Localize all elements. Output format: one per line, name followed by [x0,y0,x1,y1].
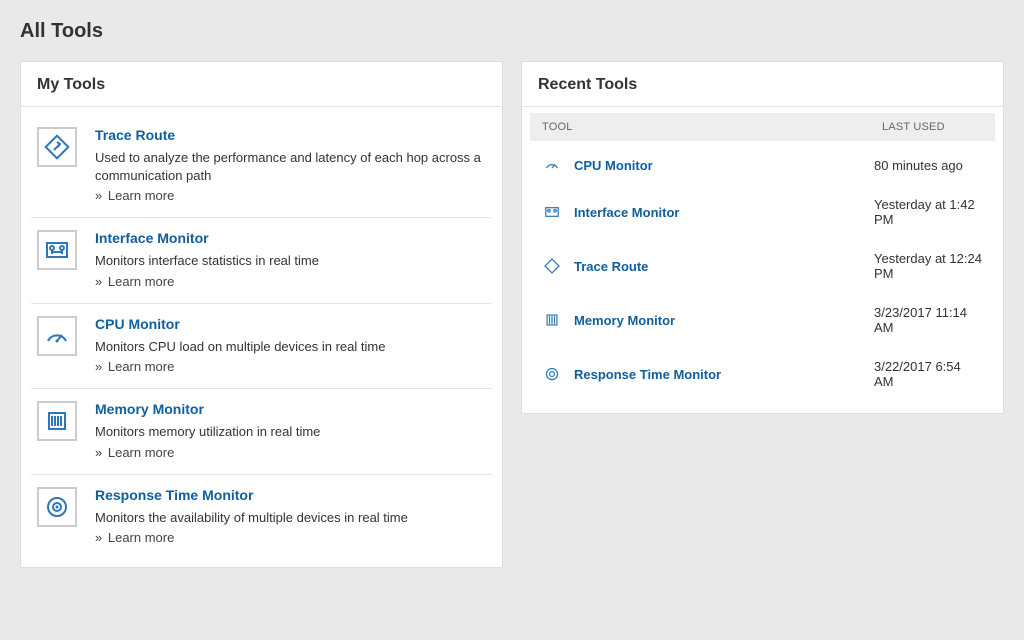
recent-tool-time: 80 minutes ago [874,158,983,173]
learn-more-label: Learn more [108,530,174,545]
learn-more-label: Learn more [108,359,174,374]
recent-tool-time: Yesterday at 1:42 PM [874,197,983,227]
response-time-monitor-icon [542,366,562,382]
recent-tools-table-header: TOOL LAST USED [530,113,995,141]
interface-monitor-icon [542,204,562,220]
tool-name-link[interactable]: Interface Monitor [95,230,486,246]
tool-description: Monitors the availability of multiple de… [95,509,486,527]
tool-description: Used to analyze the performance and late… [95,149,486,184]
tool-description: Monitors memory utilization in real time [95,423,486,441]
tool-name-link[interactable]: Memory Monitor [95,401,486,417]
recent-tool-time: 3/23/2017 11:14 AM [874,305,983,335]
recent-tools-panel: Recent Tools TOOL LAST USED CPU Monitor … [521,61,1004,414]
tool-item: CPU Monitor Monitors CPU load on multipl… [31,304,492,390]
tool-name-link[interactable]: Trace Route [95,127,486,143]
learn-more-link[interactable]: » Learn more [95,530,486,545]
table-row: Memory Monitor 3/23/2017 11:14 AM [530,293,995,347]
my-tools-header: My Tools [21,62,502,107]
my-tools-panel: My Tools Trace Route Used to analyze the… [20,61,503,568]
learn-more-link[interactable]: » Learn more [95,359,486,374]
page-title: All Tools [20,20,1004,43]
tool-item: Interface Monitor Monitors interface sta… [31,218,492,304]
tool-name-link[interactable]: Response Time Monitor [95,487,486,503]
learn-more-link[interactable]: » Learn more [95,274,486,289]
recent-tool-time: 3/22/2017 6:54 AM [874,359,983,389]
column-header-tool: TOOL [542,121,882,133]
memory-monitor-icon [542,312,562,328]
memory-monitor-icon [37,401,77,441]
recent-tool-link[interactable]: CPU Monitor [574,158,874,173]
recent-tools-header: Recent Tools [522,62,1003,107]
my-tools-list: Trace Route Used to analyze the performa… [21,107,502,567]
recent-tool-link[interactable]: Interface Monitor [574,205,874,220]
recent-tool-link[interactable]: Trace Route [574,259,874,274]
table-row: Interface Monitor Yesterday at 1:42 PM [530,185,995,239]
recent-tool-link[interactable]: Response Time Monitor [574,367,874,382]
table-row: CPU Monitor 80 minutes ago [530,145,995,185]
learn-more-label: Learn more [108,274,174,289]
recent-tool-time: Yesterday at 12:24 PM [874,251,983,281]
tool-name-link[interactable]: CPU Monitor [95,316,486,332]
table-row: Trace Route Yesterday at 12:24 PM [530,239,995,293]
column-header-last-used: LAST USED [882,121,983,133]
learn-more-link[interactable]: » Learn more [95,445,486,460]
tool-description: Monitors interface statistics in real ti… [95,252,486,270]
learn-more-label: Learn more [108,445,174,460]
cpu-monitor-icon [542,157,562,173]
learn-more-label: Learn more [108,188,174,203]
response-time-monitor-icon [37,487,77,527]
tool-item: Trace Route Used to analyze the performa… [31,115,492,218]
trace-route-icon [37,127,77,167]
tool-item: Response Time Monitor Monitors the avail… [31,475,492,560]
tool-item: Memory Monitor Monitors memory utilizati… [31,389,492,475]
learn-more-link[interactable]: » Learn more [95,188,486,203]
interface-monitor-icon [37,230,77,270]
cpu-monitor-icon [37,316,77,356]
trace-route-icon [542,258,562,274]
table-row: Response Time Monitor 3/22/2017 6:54 AM [530,347,995,401]
tool-description: Monitors CPU load on multiple devices in… [95,338,486,356]
recent-tool-link[interactable]: Memory Monitor [574,313,874,328]
recent-tools-list: CPU Monitor 80 minutes ago Interface Mon… [522,141,1003,413]
